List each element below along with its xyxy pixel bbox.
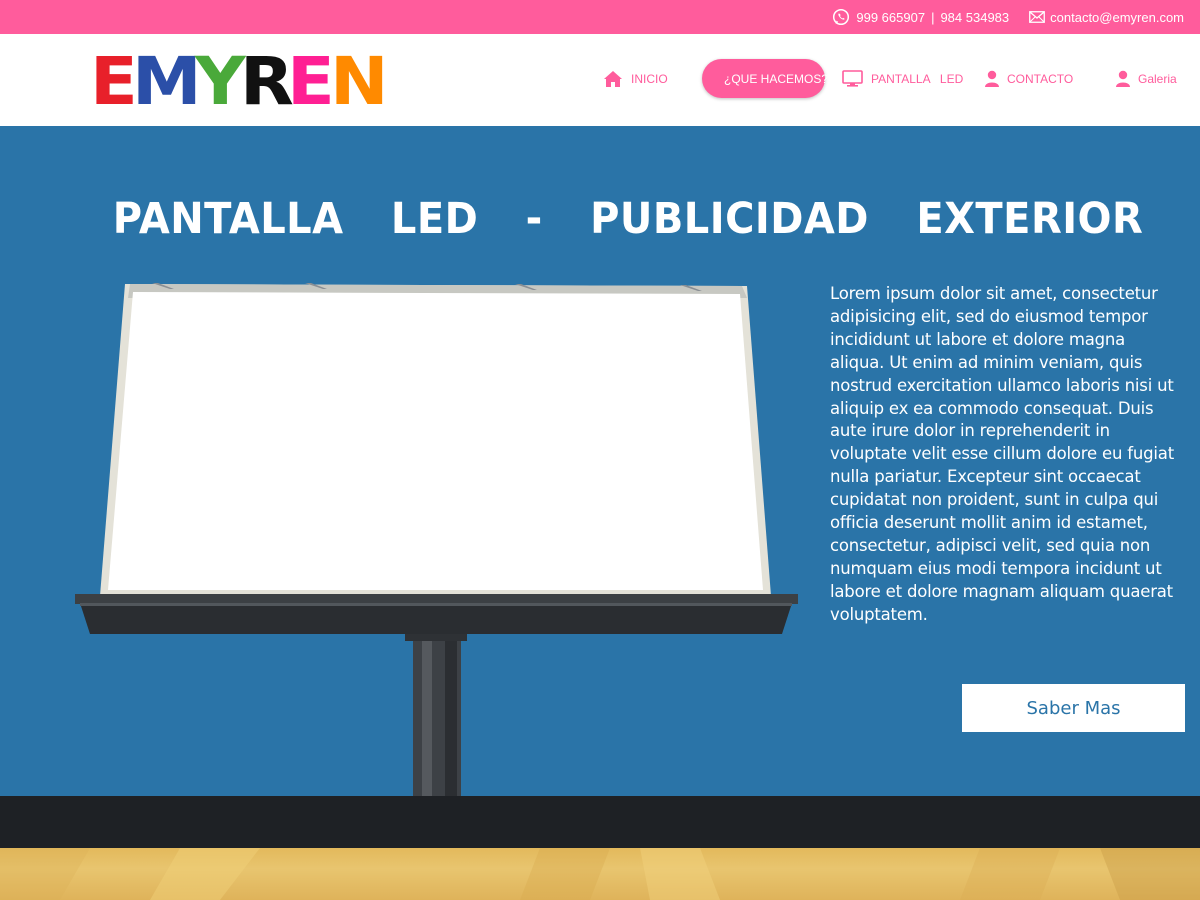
nav-label: ¿QUE HACEMOS?: [724, 71, 829, 86]
hero-title: PANTALLA LED - PUBLICIDAD EXTERIOR: [112, 194, 1144, 244]
hero-section: PANTALLA LED - PUBLICIDAD EXTERIOR Lorem…: [0, 126, 1200, 796]
nav-label: PANTALLA LED: [871, 71, 964, 86]
phone-number-2[interactable]: 984 534983: [940, 10, 1009, 25]
email-link[interactable]: contacto@emyren.com: [1050, 10, 1184, 25]
user-icon: [985, 70, 999, 87]
main-nav: INICIO ¿QUE HACEMOS? PANTALLA LED CONTAC…: [0, 34, 1200, 126]
nav-item-galeria[interactable]: Galeria: [1116, 59, 1177, 98]
nav-label: INICIO: [631, 71, 668, 86]
top-contact-bar: 999 665907 | 984 534983 contacto@emyren.…: [0, 0, 1200, 34]
dark-divider-strip: [0, 796, 1200, 848]
user-icon: [1116, 70, 1130, 87]
home-icon: [604, 70, 622, 87]
hero-description: Lorem ipsum dolor sit amet, consectetur …: [830, 284, 1174, 624]
billboard-image: [75, 283, 798, 796]
phone-separator: |: [931, 9, 935, 25]
nav-item-inicio[interactable]: INICIO: [603, 59, 668, 98]
saber-mas-button[interactable]: Saber Mas: [962, 684, 1185, 732]
phone-number-1[interactable]: 999 665907: [856, 10, 925, 25]
nav-label: CONTACTO: [1007, 71, 1074, 86]
yellow-background-strip: [0, 848, 1200, 900]
nav-item-pantalla-led[interactable]: PANTALLA LED: [842, 59, 963, 98]
site-header: E M Y R E N INICIO ¿QUE HACEMOS? PANTALL…: [0, 34, 1200, 126]
whatsapp-icon: [833, 8, 850, 26]
nav-item-contacto[interactable]: CONTACTO: [985, 59, 1073, 98]
yellow-texture: [0, 848, 1200, 900]
mail-icon: [1029, 11, 1046, 23]
nav-label: Galeria: [1138, 71, 1177, 86]
contact-info: 999 665907 | 984 534983 contacto@emyren.…: [832, 8, 1184, 26]
nav-item-que-hacemos[interactable]: ¿QUE HACEMOS?: [702, 59, 829, 98]
monitor-icon: [842, 70, 863, 87]
